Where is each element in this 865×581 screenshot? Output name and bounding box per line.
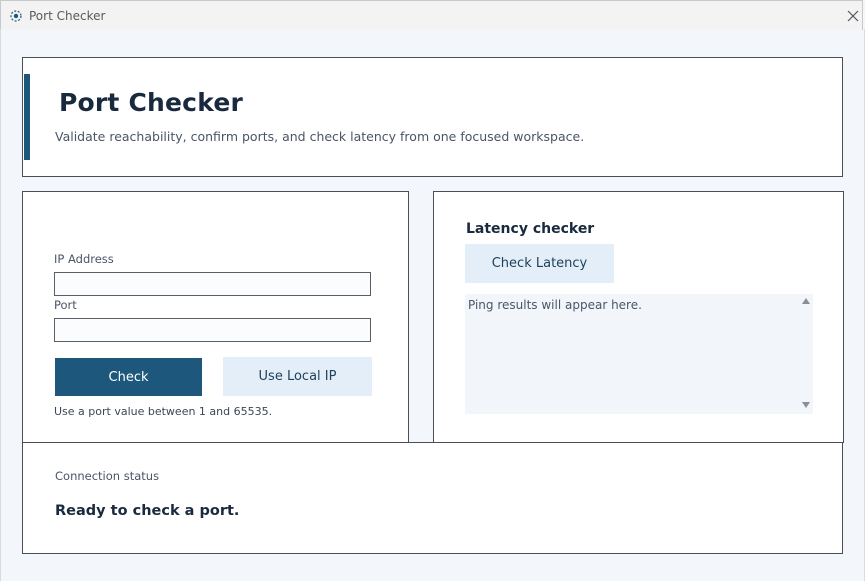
check-latency-button[interactable]: Check Latency xyxy=(465,244,614,283)
port-check-panel: IP Address Port Check Use Local IP Use a… xyxy=(22,191,409,443)
close-icon[interactable] xyxy=(844,7,862,25)
ping-results-area[interactable]: Ping results will appear here. xyxy=(465,294,813,414)
port-hint: Use a port value between 1 and 65535. xyxy=(54,405,273,418)
connection-status-value: Ready to check a port. xyxy=(55,503,240,519)
ping-results-text: Ping results will appear here. xyxy=(468,298,642,312)
status-panel: Connection status Ready to check a port. xyxy=(22,442,843,554)
title-bar: Port Checker xyxy=(0,0,863,30)
results-scrollbar[interactable] xyxy=(799,294,813,412)
header-panel: Port Checker Validate reachability, conf… xyxy=(22,57,843,177)
page-subtitle: Validate reachability, confirm ports, an… xyxy=(55,129,585,144)
check-button[interactable]: Check xyxy=(55,358,202,396)
latency-title: Latency checker xyxy=(466,221,595,237)
accent-bar xyxy=(24,74,30,160)
use-local-ip-button[interactable]: Use Local IP xyxy=(223,357,372,396)
ip-address-input[interactable] xyxy=(54,272,371,296)
app-icon xyxy=(10,10,22,22)
window-title: Port Checker xyxy=(29,9,106,23)
scroll-up-icon[interactable] xyxy=(801,297,811,305)
port-label: Port xyxy=(54,298,77,312)
latency-panel: Latency checker Check Latency Ping resul… xyxy=(433,191,844,443)
connection-status-label: Connection status xyxy=(55,469,160,483)
ip-address-label: IP Address xyxy=(54,252,114,266)
page-title: Port Checker xyxy=(59,88,244,117)
port-input[interactable] xyxy=(54,318,371,342)
scroll-down-icon[interactable] xyxy=(801,401,811,409)
